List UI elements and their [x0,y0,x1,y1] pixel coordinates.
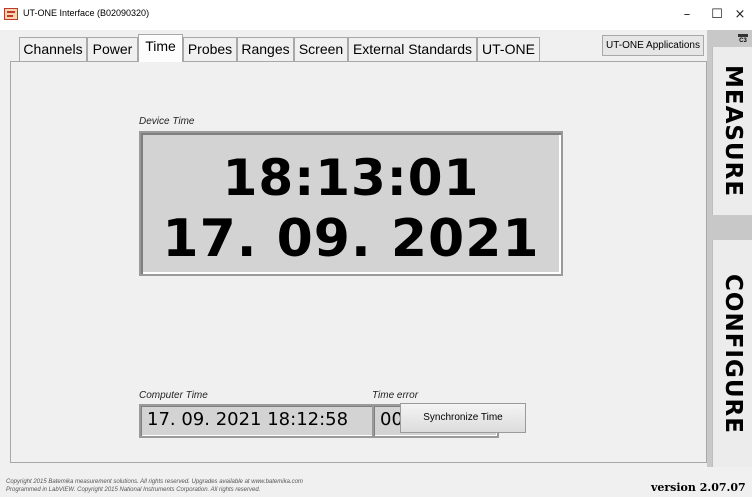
time-error-label: Time error [372,390,419,401]
tab-time[interactable]: Time [138,34,183,62]
device-time-display: 18:13:01 17. 09. 2021 [139,131,563,276]
synchronize-time-button[interactable]: Synchronize Time [400,403,526,433]
tab-channels[interactable]: Channels [19,37,87,61]
c3-icon: C3 [736,34,750,44]
ut-one-applications-button[interactable]: UT-ONE Applications [602,35,704,56]
computer-time-field: 17. 09. 2021 18:12:58 [139,404,379,438]
device-time-value: 18:13:01 [222,149,480,207]
window-title: UT-ONE Interface (B02090320) [23,8,150,18]
tab-ut-one[interactable]: UT-ONE [477,37,540,61]
computer-time-label: Computer Time [139,390,208,401]
tab-screen[interactable]: Screen [294,37,348,61]
tab-power[interactable]: Power [87,37,138,61]
copyright-footer: Copyright 2015 Batemika measurement solu… [6,478,303,494]
close-button[interactable]: × [728,4,752,26]
tab-external-standards[interactable]: External Standards [348,37,477,61]
configure-label: CONFIGURE [719,273,746,434]
measure-button[interactable]: MEASURE [712,47,752,215]
tab-probes[interactable]: Probes [183,37,237,61]
app-icon [4,8,18,20]
configure-button[interactable]: CONFIGURE [712,240,752,467]
minimize-button[interactable]: – [672,4,702,26]
device-date-value: 17. 09. 2021 [162,209,540,269]
copyright-line-2: Programmed in LabVIEW. Copyright 2015 Na… [6,487,261,493]
tab-ranges[interactable]: Ranges [237,37,294,61]
device-time-label: Device Time [139,116,195,127]
title-bar: UT-ONE Interface (B02090320) – ☐ × [0,0,752,30]
version-label: version 2.07.07 [651,481,746,494]
measure-label: MEASURE [719,64,746,198]
copyright-line-1: Copyright 2015 Batemika measurement solu… [6,479,303,485]
